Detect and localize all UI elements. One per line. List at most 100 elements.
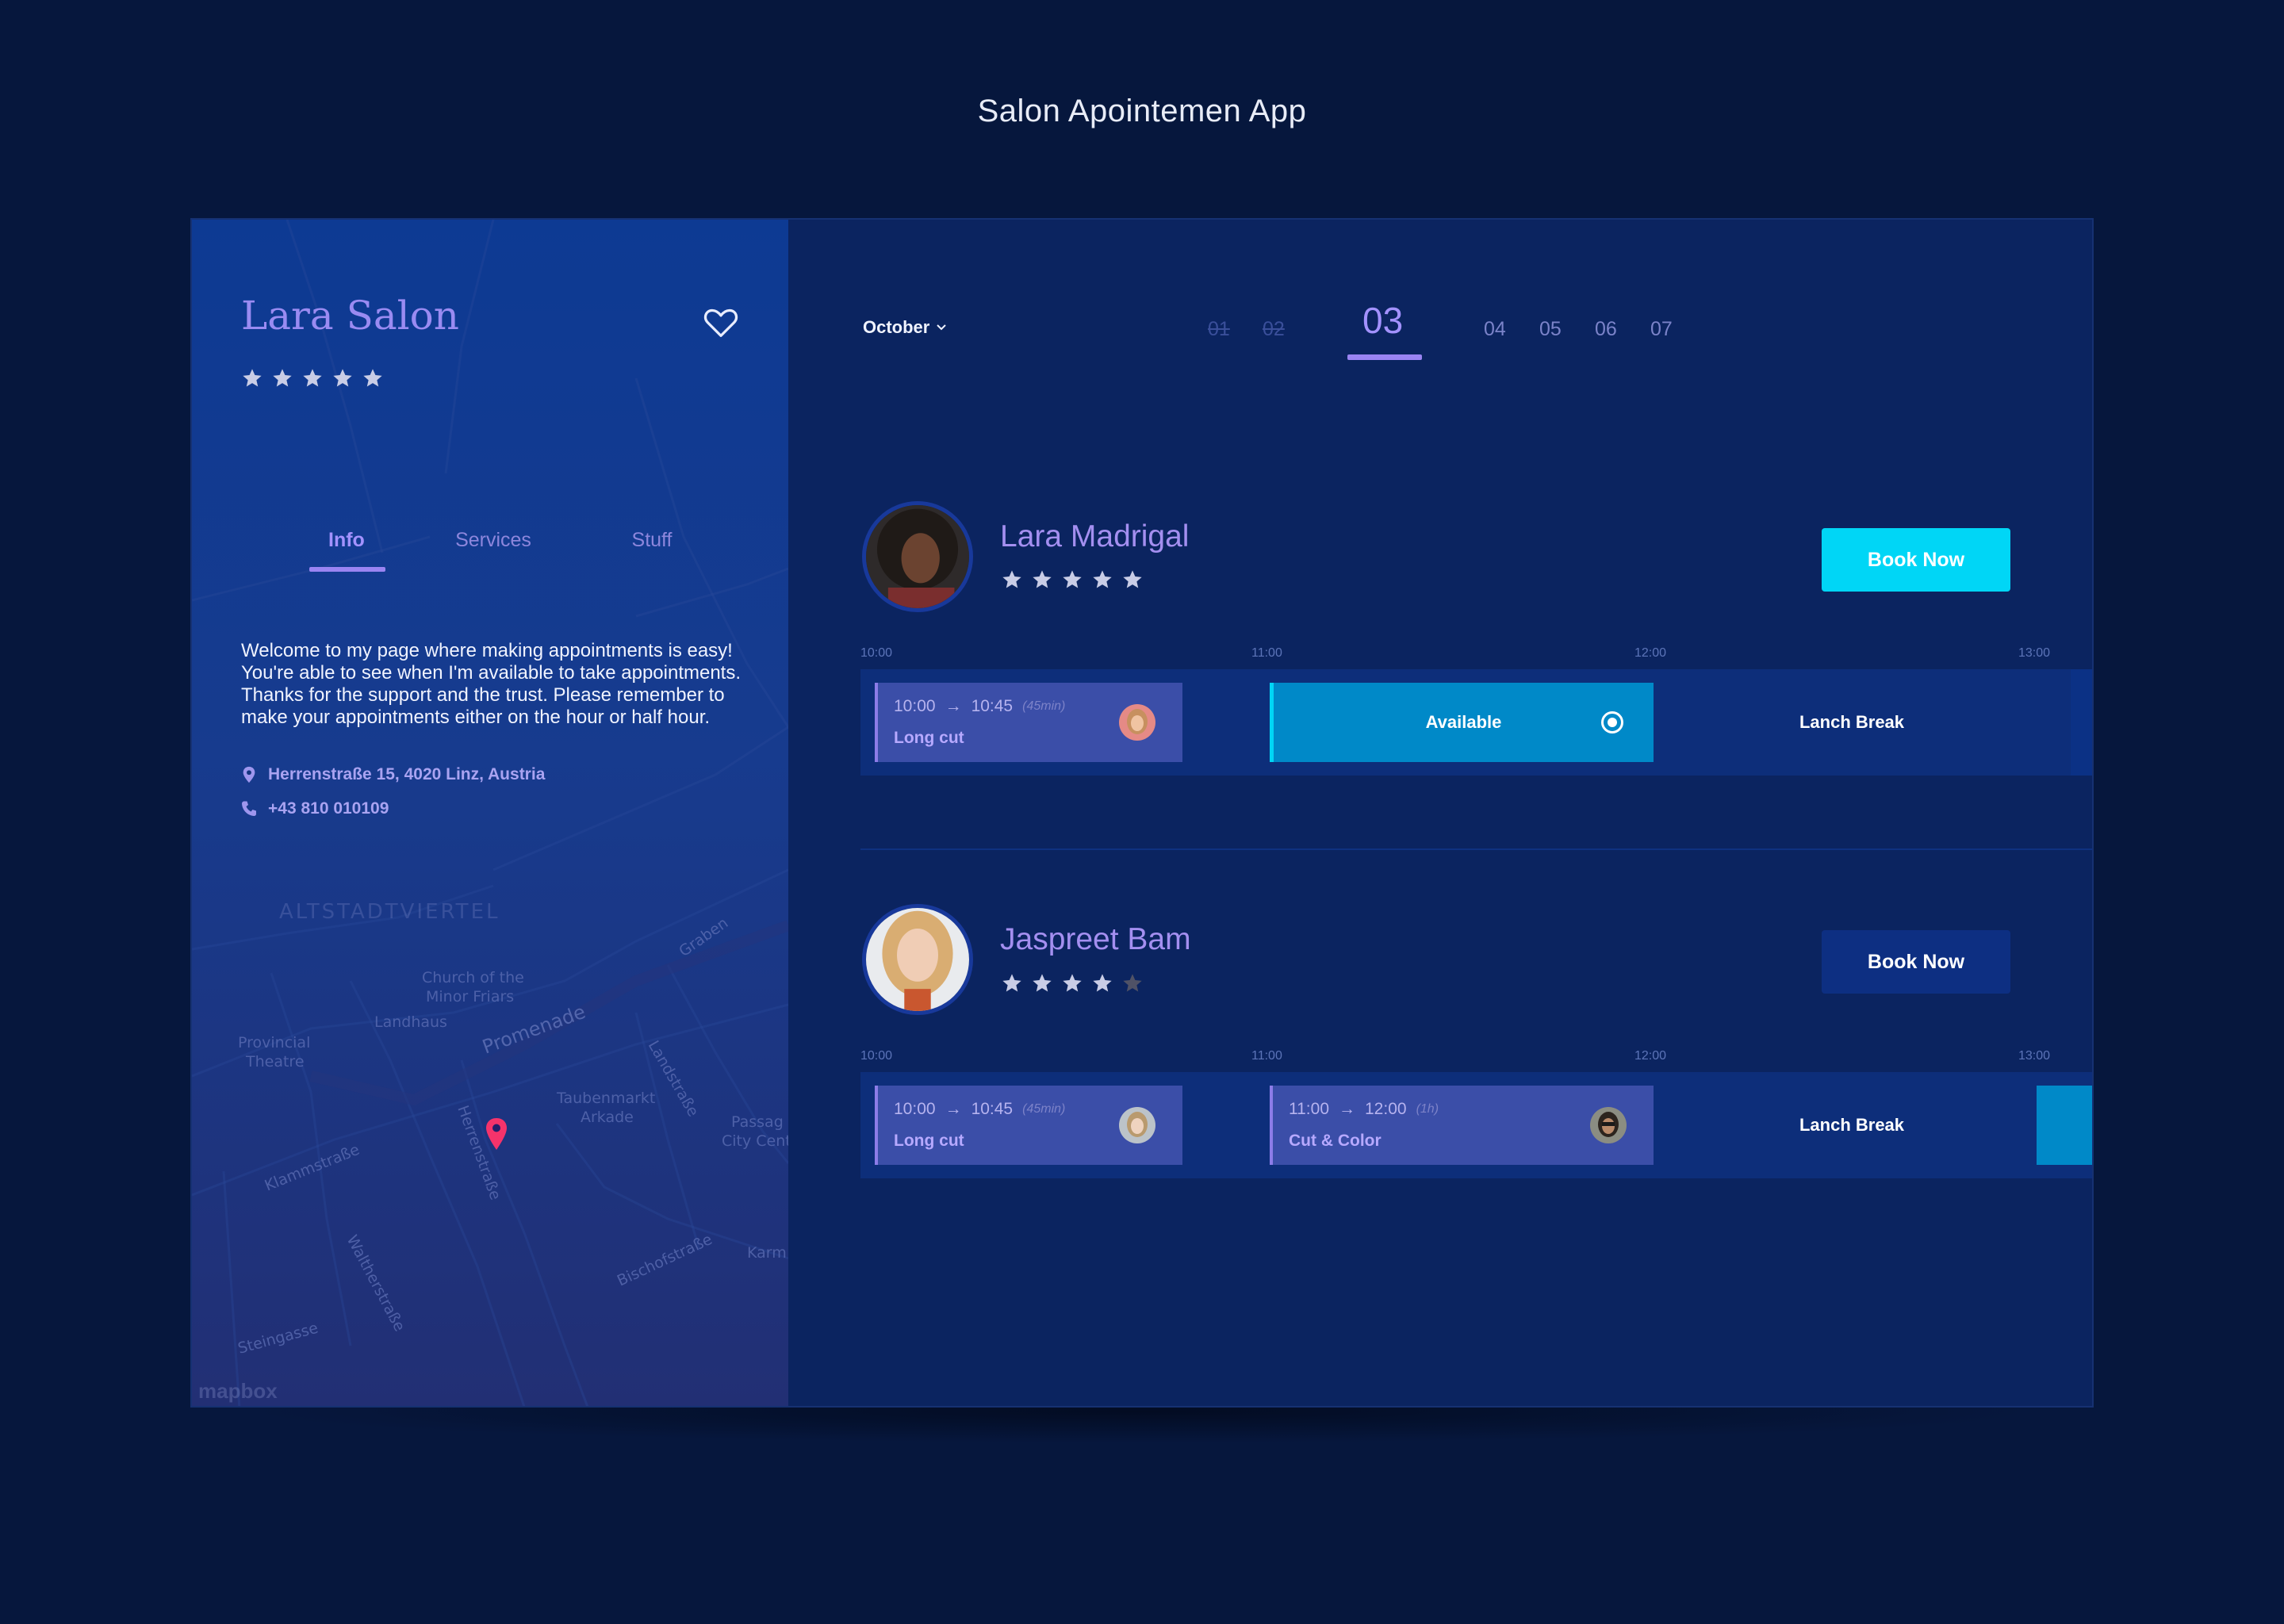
star-empty-icon xyxy=(1123,974,1142,992)
appointment-times: 10:00 → 10:45 (45min) xyxy=(894,1100,1065,1119)
star-icon xyxy=(333,369,352,387)
day-02[interactable]: 02 xyxy=(1263,318,1285,341)
appointment-start: 10:00 xyxy=(894,1100,936,1118)
available-slot[interactable]: Available xyxy=(1270,683,1654,762)
map-label-steingasse: Steingasse xyxy=(236,1320,320,1358)
mapbox-logo: mapbox xyxy=(198,1379,278,1403)
tab-services-label: Services xyxy=(455,529,531,551)
star-icon xyxy=(1033,570,1052,588)
portrait-image xyxy=(866,505,969,608)
tab-stuff[interactable]: Stuff xyxy=(573,529,731,576)
client-avatar xyxy=(1119,1107,1155,1143)
map-label-passage-line2: City Cent xyxy=(722,1132,788,1150)
timeline-track: 10:00 → 10:45 (45min) Long cut 11:00 → 1… xyxy=(860,1072,2092,1178)
stylist-divider xyxy=(860,848,2092,850)
address-text: Herrenstraße 15, 4020 Linz, Austria xyxy=(268,765,546,783)
star-icon xyxy=(1063,570,1082,588)
time-label: 10:00 xyxy=(860,646,893,660)
map-label-passage-line1: Passag xyxy=(731,1113,784,1131)
arrow-right-icon: → xyxy=(945,697,962,715)
portrait-image xyxy=(866,908,969,1011)
map-label-theatre-line2: Theatre xyxy=(245,1053,305,1071)
stylist-rating xyxy=(1001,972,1144,994)
time-label: 10:00 xyxy=(860,1049,893,1063)
day-04[interactable]: 04 xyxy=(1484,318,1506,341)
time-label: 13:00 xyxy=(2018,646,2051,660)
time-label: 13:00 xyxy=(2018,1049,2051,1063)
star-icon xyxy=(273,369,292,387)
salon-name: Lara Salon xyxy=(241,293,459,339)
stylist-name: Lara Madrigal xyxy=(1000,519,1190,553)
heart-icon[interactable] xyxy=(703,307,738,339)
time-label: 12:00 xyxy=(1634,646,1667,660)
appointment-end: 12:00 xyxy=(1365,1100,1407,1118)
map-label-landhaus: Landhaus xyxy=(374,1013,447,1031)
available-label: Available xyxy=(1425,712,1502,732)
tab-info-label: Info xyxy=(328,529,365,551)
map-label-church-line1: Church of the xyxy=(422,969,524,986)
month-selector[interactable]: October xyxy=(863,317,947,338)
selected-day-indicator xyxy=(1347,354,1422,360)
arrow-right-icon: → xyxy=(1339,1100,1355,1118)
client-avatar xyxy=(1119,704,1155,741)
map-label-bischofstrasse: Bischofstraße xyxy=(615,1231,715,1290)
appointment-times: 11:00 → 12:00 (1h) xyxy=(1289,1100,1439,1119)
day-05[interactable]: 05 xyxy=(1539,318,1562,341)
appointment-times: 10:00 → 10:45 (45min) xyxy=(894,697,1065,716)
day-03[interactable]: 03 xyxy=(1362,299,1403,342)
avatar-lara-madrigal[interactable] xyxy=(862,501,973,612)
map-label-waltherstrasse: Waltherstraße xyxy=(343,1232,408,1335)
salon-rating xyxy=(241,367,384,389)
star-icon xyxy=(243,369,262,387)
client-avatar xyxy=(1590,1107,1627,1143)
chevron-down-icon xyxy=(937,324,947,331)
tab-info[interactable]: Info xyxy=(309,529,414,576)
phone-icon xyxy=(242,801,256,816)
map-label-promenade: Promenade xyxy=(479,1001,588,1059)
appointment-service: Long cut xyxy=(894,729,964,747)
time-label: 11:00 xyxy=(1251,646,1282,660)
book-now-button[interactable]: Book Now xyxy=(1822,528,2010,592)
appointment-start: 11:00 xyxy=(1289,1100,1329,1118)
appointment-block[interactable]: 11:00 → 12:00 (1h) Cut & Color xyxy=(1270,1086,1654,1165)
time-label: 12:00 xyxy=(1634,1049,1667,1063)
map-label-karm: Karm xyxy=(747,1244,787,1262)
stylist-name: Jaspreet Bam xyxy=(1000,922,1191,956)
appointment-block[interactable]: 10:00 → 10:45 (45min) Long cut xyxy=(875,1086,1182,1165)
map-label-theatre-line1: Provincial xyxy=(238,1034,310,1051)
page-title: Salon Apointemen App xyxy=(977,94,1307,128)
map-label-district: ALTSTADTVIERTEL xyxy=(279,900,500,924)
next-available-slot[interactable] xyxy=(2037,1086,2092,1165)
day-07[interactable]: 07 xyxy=(1650,318,1673,341)
time-label: 11:00 xyxy=(1251,1049,1282,1063)
address-row: Herrenstraße 15, 4020 Linz, Austria xyxy=(241,765,545,784)
appointment-service: Cut & Color xyxy=(1289,1132,1382,1150)
lunch-break-slot: Lanch Break xyxy=(1799,1115,1905,1135)
appointment-end: 10:45 xyxy=(971,1100,1014,1118)
welcome-text: Welcome to my page where making appointm… xyxy=(241,640,742,728)
avatar-jaspreet-bam[interactable] xyxy=(862,904,973,1015)
book-now-button[interactable]: Book Now xyxy=(1822,930,2010,994)
map-label-church-line2: Minor Friars xyxy=(426,988,514,1005)
appointment-end: 10:45 xyxy=(971,697,1014,715)
stylist-rating xyxy=(1001,569,1144,591)
radio-selected-icon[interactable] xyxy=(1601,711,1623,733)
star-icon xyxy=(1033,974,1052,992)
salon-tabs: Info Services Stuff xyxy=(309,529,731,576)
phone-text: +43 810 010109 xyxy=(268,799,389,818)
map-marker-icon[interactable] xyxy=(485,1117,508,1151)
phone-row: +43 810 010109 xyxy=(241,799,389,818)
star-icon xyxy=(363,369,382,387)
map-label-taubenmarkt-line2: Arkade xyxy=(581,1109,634,1126)
location-pin-icon xyxy=(243,766,255,783)
appointment-duration: (45min) xyxy=(1022,1102,1066,1116)
month-label: October xyxy=(863,317,930,337)
appointment-block[interactable]: 10:00 → 10:45 (45min) Long cut xyxy=(875,683,1182,762)
day-06[interactable]: 06 xyxy=(1595,318,1617,341)
star-icon xyxy=(1093,974,1112,992)
arrow-right-icon: → xyxy=(945,1100,962,1118)
tab-stuff-label: Stuff xyxy=(631,529,673,551)
day-01[interactable]: 01 xyxy=(1208,318,1230,341)
tab-services[interactable]: Services xyxy=(414,529,573,576)
salon-info-panel: ALTSTADTVIERTEL Church of the Minor Fria… xyxy=(192,220,788,1406)
